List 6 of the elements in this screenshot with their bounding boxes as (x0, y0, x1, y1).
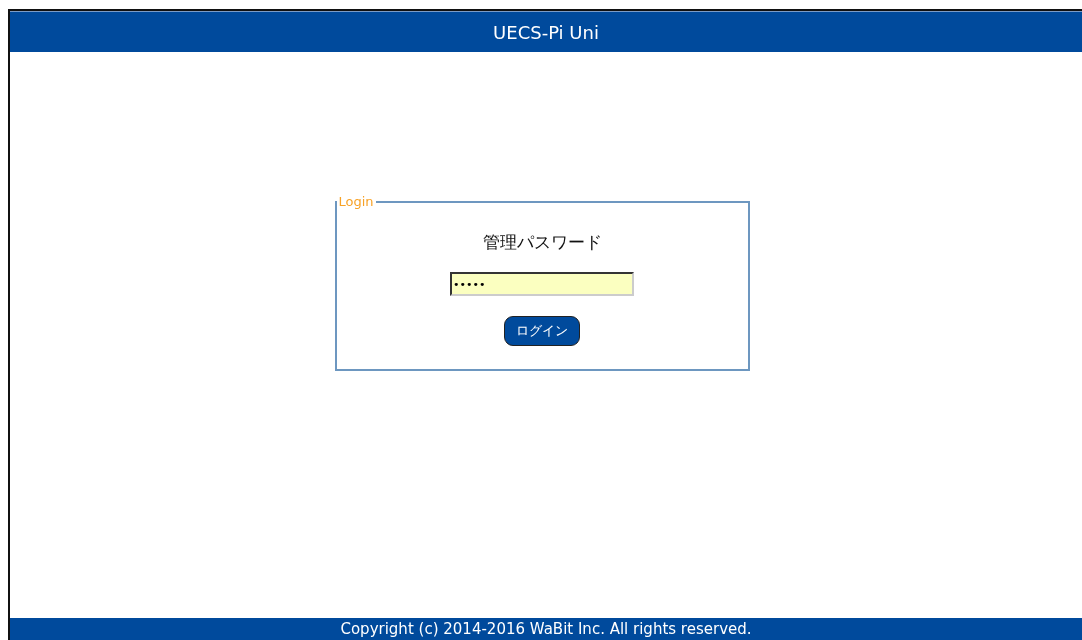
app-title: UECS-Pi Uni (493, 21, 599, 43)
login-button[interactable]: ログイン (504, 316, 580, 346)
password-field[interactable]: ••••• (450, 272, 634, 296)
password-label: 管理パスワード (482, 231, 602, 254)
panel-legend: Login (336, 194, 376, 209)
copyright-text: Copyright (c) 2014-2016 WaBit Inc. All rights reserved. (340, 620, 752, 638)
